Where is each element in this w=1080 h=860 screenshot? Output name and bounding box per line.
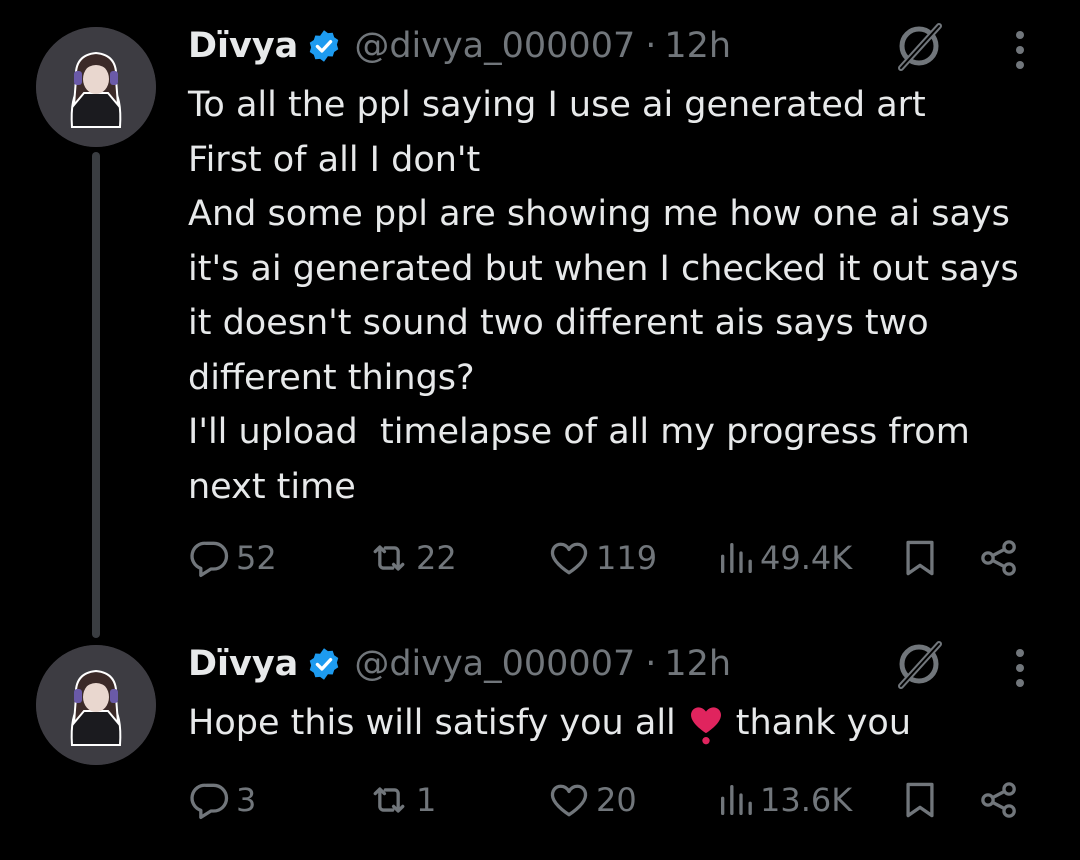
repost-count: 22 — [416, 539, 457, 577]
separator-dot: · — [645, 26, 657, 66]
tweet-2[interactable]: Dïvya @divya_000007 · 12h Hope this will… — [0, 630, 1080, 860]
timestamp[interactable]: 12h — [664, 26, 731, 66]
repost-icon — [373, 545, 405, 571]
repost-button[interactable]: 1 — [366, 778, 436, 822]
view-count: 13.6K — [760, 781, 853, 819]
tweet-actions: 3 1 20 13.6K — [188, 778, 1048, 828]
share-button[interactable] — [976, 778, 1022, 822]
reply-count: 52 — [236, 539, 277, 577]
like-count: 20 — [596, 781, 637, 819]
author-handle[interactable]: @divya_000007 — [354, 644, 635, 684]
views-button[interactable]: 13.6K — [716, 778, 852, 822]
tweet-text-line: next time — [188, 466, 356, 507]
repost-button[interactable]: 22 — [366, 536, 457, 580]
author-name[interactable]: Dïvya — [188, 644, 298, 684]
reply-icon — [190, 783, 229, 820]
reply-icon — [190, 541, 229, 578]
tweet-text-line: Hope this will satisfy you all thank you — [188, 696, 1058, 751]
tweet-text-line: different things? — [188, 357, 475, 398]
verified-badge-icon — [310, 648, 339, 680]
heart-emoji-icon — [690, 707, 721, 745]
reply-count: 3 — [236, 781, 257, 819]
tweet-1[interactable]: Dïvya @divya_000007 · 12h To all the ppl… — [0, 0, 1080, 638]
views-icon — [721, 785, 752, 815]
reply-button[interactable]: 52 — [188, 536, 277, 580]
author-name[interactable]: Dïvya — [188, 26, 298, 66]
bookmark-button[interactable] — [898, 778, 942, 822]
tweet-header: Dïvya @divya_000007 · 12h — [188, 638, 731, 690]
thread-connector-line — [92, 152, 100, 638]
bookmark-icon — [906, 782, 934, 818]
tweet-text-line: it doesn't sound two different ais says … — [188, 303, 929, 343]
tweet-text-line: And some ppl are showing me how one ai s… — [188, 194, 1010, 234]
tweet-text-line: it's ai generated but when I checked it … — [188, 248, 1019, 289]
repost-icon — [373, 787, 405, 813]
more-options-icon[interactable] — [1010, 646, 1030, 690]
more-options-icon[interactable] — [1010, 28, 1030, 72]
timestamp[interactable]: 12h — [664, 644, 731, 684]
like-button[interactable]: 20 — [546, 778, 637, 822]
tweet-text-after-emoji: thank you — [735, 703, 912, 743]
grok-icon[interactable] — [893, 20, 945, 72]
heart-icon — [550, 542, 588, 575]
views-button[interactable]: 49.4K — [716, 536, 852, 580]
grok-icon[interactable] — [893, 638, 945, 690]
author-handle[interactable]: @divya_000007 — [354, 26, 635, 66]
repost-count: 1 — [416, 781, 437, 819]
tweet-text-before-emoji: Hope this will satisfy you all — [188, 703, 676, 743]
like-button[interactable]: 119 — [546, 536, 657, 580]
views-icon — [721, 543, 752, 573]
tweet-text-line: I'll upload timelapse of all my progress… — [188, 412, 970, 452]
share-button[interactable] — [976, 536, 1022, 580]
bookmark-icon — [906, 540, 934, 576]
tweet-header: Dïvya @divya_000007 · 12h — [188, 20, 731, 72]
avatar[interactable] — [36, 645, 156, 765]
share-icon — [981, 782, 1016, 818]
verified-badge-icon — [310, 30, 339, 62]
view-count: 49.4K — [760, 539, 853, 577]
tweet-text: To all the ppl saying I use ai generated… — [188, 78, 1058, 514]
tweet-text-line: First of all I don't — [188, 139, 481, 180]
tweet-text-line: To all the ppl saying I use ai generated… — [188, 85, 926, 125]
avatar[interactable] — [36, 27, 156, 147]
like-count: 119 — [596, 539, 658, 577]
separator-dot: · — [645, 644, 657, 684]
tweet-actions: 52 22 119 49.4K — [188, 536, 1048, 586]
heart-icon — [550, 784, 588, 817]
tweet-text: Hope this will satisfy you all thank you — [188, 696, 1058, 751]
share-icon — [981, 540, 1016, 576]
bookmark-button[interactable] — [898, 536, 942, 580]
reply-button[interactable]: 3 — [188, 778, 256, 822]
